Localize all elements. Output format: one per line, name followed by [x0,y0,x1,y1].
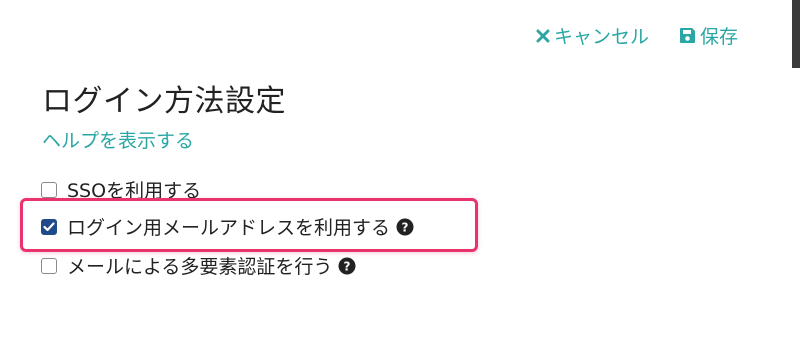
cancel-label: キャンセル [553,26,649,48]
svg-text:?: ? [402,220,409,234]
close-icon [536,29,550,43]
toolbar: キャンセル 保存 [536,22,738,49]
option-email-mfa[interactable]: メールによる多要素認証を行う ? [41,252,356,279]
page-title: ログイン方法設定 [42,84,286,119]
login-email-checkbox[interactable] [41,218,57,235]
floppy-disk-icon [679,27,696,44]
svg-text:?: ? [344,259,351,273]
checkmark-icon [43,221,55,231]
option-label: ログイン用メールアドレスを利用する [67,217,391,239]
save-button[interactable]: 保存 [679,22,738,49]
scrollbar[interactable] [792,0,800,68]
sso-checkbox[interactable] [41,181,57,198]
question-circle-icon[interactable]: ? [396,218,414,236]
question-circle-icon[interactable]: ? [338,257,356,275]
email-mfa-checkbox[interactable] [41,257,57,274]
option-label: メールによる多要素認証を行う [67,256,333,278]
option-login-email[interactable]: ログイン用メールアドレスを利用する ? [41,213,414,240]
cancel-button[interactable]: キャンセル [536,22,649,49]
help-link[interactable]: ヘルプを表示する [42,126,194,153]
save-label: 保存 [699,26,738,48]
